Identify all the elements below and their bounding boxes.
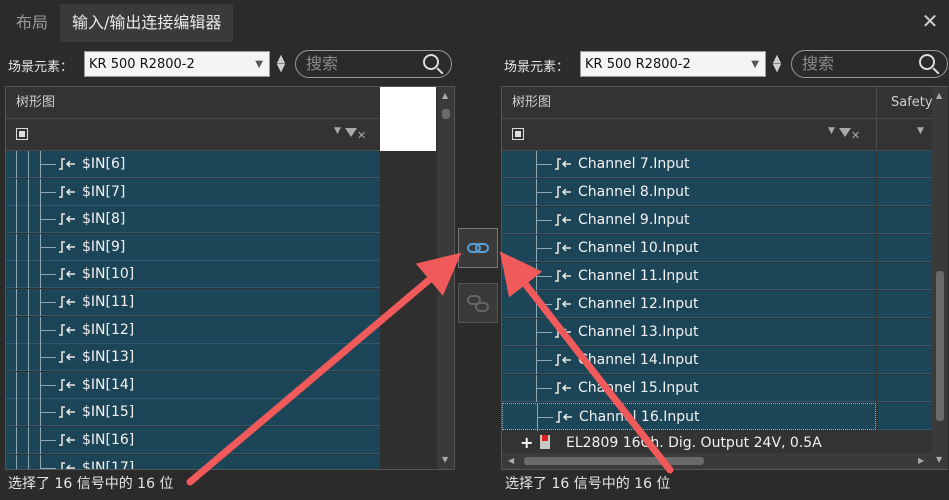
annotation-arrow-right [499,251,674,474]
annotation-arrow-left [186,252,462,486]
annotation-arrows [186,251,674,486]
